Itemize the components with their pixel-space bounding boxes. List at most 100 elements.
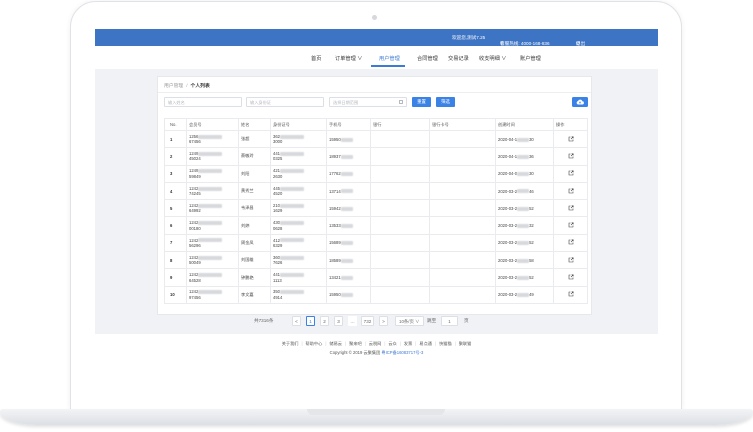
page-last-button[interactable]: 732 bbox=[361, 316, 374, 326]
breadcrumb-parent[interactable]: 用户管理 bbox=[164, 84, 183, 89]
reset-button[interactable]: 重置 bbox=[412, 97, 431, 107]
footer-link[interactable]: 帮助中心 bbox=[306, 341, 323, 346]
id-number-start: 360 bbox=[273, 254, 280, 260]
action-cell bbox=[553, 216, 588, 235]
edit-export-icon[interactable] bbox=[568, 274, 574, 280]
created-time-cell: 2020-03-2 52 bbox=[495, 268, 554, 287]
time-end: 52 bbox=[529, 240, 534, 246]
footer-link[interactable]: 发票 bbox=[404, 341, 412, 346]
row-no: 1 bbox=[164, 129, 187, 149]
action-cell bbox=[553, 147, 588, 166]
page-3-button[interactable]: 3 bbox=[334, 316, 343, 326]
cloud-upload-icon bbox=[576, 99, 584, 105]
edit-export-icon[interactable] bbox=[568, 205, 574, 211]
created-time-cell: 2020-03-2 52 bbox=[495, 199, 554, 218]
nav-contracts[interactable]: 合同管理 bbox=[417, 55, 438, 62]
col-actions: 操作 bbox=[553, 118, 588, 131]
breadcrumb-current: 个人列表 bbox=[190, 84, 210, 89]
nav-home[interactable]: 首页 bbox=[311, 55, 321, 62]
member-id-start: 1242 bbox=[189, 289, 199, 295]
footer-links: 关于我们 | 帮助中心 | 储易云 | 聚来吧 | 云税网 | 云众 | 发票 | 易点通 | 快猫猫 | 聚联猫 bbox=[95, 341, 658, 347]
bank-cell bbox=[370, 147, 430, 166]
page-1-button[interactable]: 1 bbox=[306, 316, 315, 326]
table-row: 3 1249 59849 刘阳 421 2630 17762 2020-04-0 30 bbox=[164, 164, 588, 183]
edit-export-icon[interactable] bbox=[568, 239, 574, 245]
next-page-button[interactable]: > bbox=[379, 316, 388, 326]
id-number-start: 430 bbox=[273, 220, 280, 226]
footer-link[interactable]: 云税网 bbox=[369, 341, 382, 346]
masked-value bbox=[340, 172, 353, 177]
action-cell bbox=[553, 285, 588, 304]
page-ellipsis: … bbox=[348, 316, 357, 326]
member-id-cell: 1242 97456 bbox=[186, 285, 239, 304]
edit-export-icon[interactable] bbox=[568, 170, 574, 176]
time-start: 2020-04-1 bbox=[498, 153, 518, 159]
edit-export-icon[interactable] bbox=[568, 257, 574, 263]
nav-transactions[interactable]: 交易记录 bbox=[448, 55, 469, 62]
name-search-input[interactable]: 输入姓名 bbox=[164, 97, 242, 107]
id-number-start: 362 bbox=[273, 133, 280, 139]
masked-value bbox=[340, 189, 353, 194]
name-cell: 张超 bbox=[238, 129, 271, 149]
member-id-cell: 1242 00180 bbox=[186, 216, 239, 235]
member-id-end: 74245 bbox=[189, 191, 201, 197]
nav-income-expense[interactable]: 收支明细 ∨ bbox=[479, 55, 506, 62]
id-number-cell: 441 1113 bbox=[270, 268, 327, 287]
footer-link[interactable]: 快猫猫 bbox=[439, 341, 452, 346]
icp-link[interactable]: 粤ICP备16083717号-3 bbox=[381, 350, 423, 355]
member-id-end: 56296 bbox=[189, 242, 201, 248]
member-id-end: 67456 bbox=[189, 139, 201, 145]
footer-link[interactable]: 聚来吧 bbox=[349, 341, 362, 346]
phone-start: 13421 bbox=[329, 275, 341, 281]
id-search-input[interactable]: 输入身份证 bbox=[246, 97, 324, 107]
footer-link[interactable]: 储易云 bbox=[329, 341, 342, 346]
time-start: 2020-03-2 bbox=[498, 292, 518, 298]
masked-value bbox=[340, 293, 353, 298]
footer-link[interactable]: 易点通 bbox=[419, 341, 432, 346]
card-number-cell bbox=[429, 199, 496, 218]
card-number-cell bbox=[429, 216, 496, 235]
member-id-end: 00180 bbox=[189, 225, 201, 231]
nav-users[interactable]: 用户管理 bbox=[379, 55, 400, 62]
time-end: 58 bbox=[529, 257, 534, 263]
page-size-select[interactable]: 10条/页 ∨ bbox=[395, 316, 424, 326]
masked-value bbox=[517, 137, 530, 142]
id-number-start: 441 bbox=[273, 151, 280, 157]
date-range-input[interactable]: 选择日期范围 bbox=[329, 97, 407, 107]
phone-start: 13533 bbox=[329, 223, 341, 229]
id-number-end: 2630 bbox=[273, 173, 283, 179]
edit-export-icon[interactable] bbox=[568, 153, 574, 159]
member-id-end: 59849 bbox=[189, 173, 201, 179]
created-time-cell: 2020-03-2 49 bbox=[495, 285, 554, 304]
phone-start: 18589 bbox=[329, 257, 341, 263]
nav-account[interactable]: 账户管理 bbox=[520, 55, 541, 62]
id-number-start: 350 bbox=[273, 289, 280, 295]
edit-export-icon[interactable] bbox=[568, 291, 574, 297]
id-number-cell: 412 6329 bbox=[270, 233, 327, 253]
edit-export-icon[interactable] bbox=[568, 136, 574, 142]
page-2-button[interactable]: 2 bbox=[320, 316, 329, 326]
time-start: 2020-03-2 bbox=[498, 223, 518, 229]
edit-export-icon[interactable] bbox=[568, 188, 574, 194]
camera-icon bbox=[372, 15, 377, 20]
phone-start: 13714 bbox=[329, 188, 341, 194]
goto-page-input[interactable]: 1 bbox=[441, 316, 458, 326]
bank-cell bbox=[370, 181, 430, 201]
action-cell bbox=[553, 181, 588, 201]
phone-start: 18937 bbox=[329, 153, 341, 159]
footer-link[interactable]: 云众 bbox=[388, 341, 396, 346]
prev-page-button[interactable]: < bbox=[292, 316, 301, 326]
edit-export-icon[interactable] bbox=[568, 222, 574, 228]
action-cell bbox=[553, 164, 588, 183]
phone-cell: 15950 bbox=[326, 285, 371, 304]
time-end: 32 bbox=[529, 223, 534, 229]
footer-link[interactable]: 关于我们 bbox=[282, 341, 299, 346]
upload-button[interactable] bbox=[572, 97, 588, 107]
footer-link[interactable]: 聚联猫 bbox=[459, 341, 472, 346]
col-phone: 手机号 bbox=[326, 118, 371, 131]
id-number-cell: 350 4914 bbox=[270, 285, 327, 304]
filter-button[interactable]: 筛选 bbox=[436, 97, 455, 107]
masked-value bbox=[198, 169, 223, 174]
nav-orders[interactable]: 订单管理 ∨ bbox=[335, 55, 362, 62]
row-no: 9 bbox=[164, 268, 187, 287]
